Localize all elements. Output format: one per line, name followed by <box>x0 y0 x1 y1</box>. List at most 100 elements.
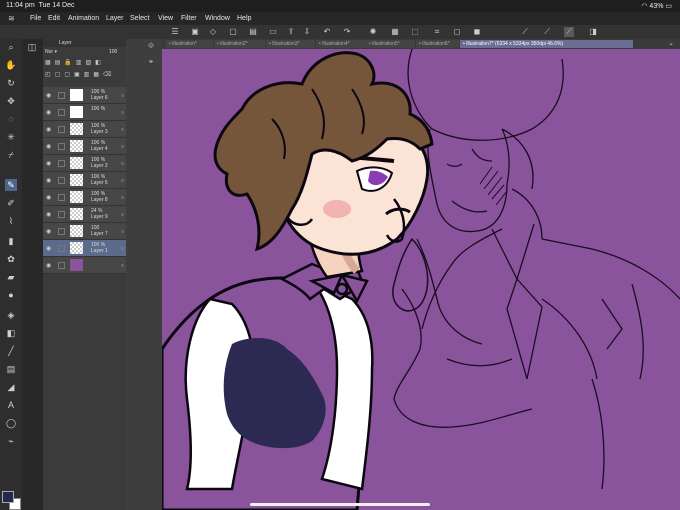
layer-row[interactable]: ◉ 100 % Layer 5 ≡ <box>43 172 126 189</box>
crop-icon[interactable]: ⌗ <box>432 27 442 37</box>
decoration-icon[interactable]: ✿ <box>5 253 17 265</box>
layer-row[interactable]: ◉ 100 % Layer 4 ≡ <box>43 138 126 155</box>
menu-animation[interactable]: Animation <box>68 15 99 22</box>
tab-illustration7[interactable]: • Illustration7* (6334 x 5334px 350dpi 4… <box>460 40 633 48</box>
tabs-chevron-down-icon[interactable]: ⌄ <box>668 39 674 47</box>
layer-option-bar[interactable]: ▦▤🔒▥▧◧ <box>45 59 124 67</box>
menu-view[interactable]: View <box>158 15 173 22</box>
fill-icon[interactable]: ◈ <box>5 309 17 321</box>
grid-icon[interactable]: ▦ <box>390 27 400 37</box>
import-icon[interactable]: ⇩ <box>302 27 312 37</box>
layer-row[interactable]: ◉ ≡ <box>43 257 126 274</box>
menu-filter[interactable]: Filter <box>181 15 197 22</box>
visibility-eye-icon[interactable]: ◉ <box>46 109 51 116</box>
visibility-eye-icon[interactable]: ◉ <box>46 194 51 201</box>
export-icon[interactable]: ⇪ <box>286 27 296 37</box>
layer-action-bar[interactable]: ◰▢▢▣▥▦⌫ <box>45 71 124 79</box>
balloon-icon[interactable]: ◯ <box>5 417 17 429</box>
menu-file[interactable]: File <box>30 15 41 22</box>
drag-handle-icon[interactable]: ≡ <box>121 144 124 150</box>
magic-wand-icon[interactable]: ✳ <box>5 131 17 143</box>
redo-icon[interactable]: ↷ <box>342 27 352 37</box>
layer-row[interactable]: ◉ 100 Layer 7 ≡ <box>43 223 126 240</box>
text-icon[interactable]: A <box>5 399 17 411</box>
visibility-eye-icon[interactable]: ◉ <box>46 228 51 235</box>
visibility-eye-icon[interactable]: ◉ <box>46 262 51 269</box>
menu-help[interactable]: Help <box>237 15 251 22</box>
layer-lock-toggle[interactable] <box>58 262 65 269</box>
layer-row[interactable]: ◉ 100 % Layer 1 ≡ <box>43 240 126 257</box>
menu-layer[interactable]: Layer <box>106 15 124 22</box>
undo-icon[interactable]: ↶ <box>322 27 332 37</box>
visibility-eye-icon[interactable]: ◉ <box>46 92 51 99</box>
layer-lock-toggle[interactable] <box>58 126 65 133</box>
layer-lock-toggle[interactable] <box>58 177 65 184</box>
save-icon[interactable]: ▤ <box>248 27 258 37</box>
tab-illustration4[interactable]: • Illustration4* <box>316 40 367 48</box>
drag-handle-icon[interactable]: ≡ <box>121 178 124 184</box>
layer-panel-icon[interactable]: ◫ <box>26 41 38 53</box>
brush-icon[interactable]: ⌇ <box>5 215 17 227</box>
rotate-icon[interactable]: ↻ <box>5 77 17 89</box>
blend-mode-select[interactable]: Nor ▾ <box>45 49 57 55</box>
drag-handle-icon[interactable]: ≡ <box>121 229 124 235</box>
color-swatch[interactable] <box>2 491 21 510</box>
menu-edit[interactable]: Edit <box>48 15 60 22</box>
deselect-icon[interactable]: ◻ <box>452 27 462 37</box>
zoom-icon[interactable]: ⌕ <box>5 41 17 53</box>
eraser-icon[interactable]: ▰ <box>5 271 17 283</box>
visibility-eye-icon[interactable]: ◉ <box>46 160 51 167</box>
drag-handle-icon[interactable]: ≡ <box>121 263 124 269</box>
ruler-tool-icon[interactable]: ◢ <box>5 381 17 393</box>
blend-icon[interactable]: ● <box>5 289 17 301</box>
frame-icon[interactable]: ▤ <box>5 363 17 375</box>
menu-select[interactable]: Select <box>130 15 149 22</box>
layer-row[interactable]: ◉ 24 % Layer 9 ≡ <box>43 206 126 223</box>
layer-row[interactable]: ◉ 100 % Layer 8 ≡ <box>43 189 126 206</box>
canvas-icon[interactable]: ▢ <box>228 27 238 37</box>
layer-lock-toggle[interactable] <box>58 143 65 150</box>
lasso-icon[interactable]: ◌ <box>5 113 17 125</box>
drag-handle-icon[interactable]: ≡ <box>121 127 124 133</box>
layer-row[interactable]: ◉ 100 % Layer 6 ≡ <box>43 87 126 104</box>
app-logo-icon[interactable]: ≋ <box>8 14 15 23</box>
hamburger-icon[interactable]: ☰ <box>170 27 180 37</box>
hand-icon[interactable]: ✋ <box>5 59 17 71</box>
opacity-value[interactable]: 100 <box>109 49 117 55</box>
eyedropper-icon[interactable]: ⌿ <box>5 149 17 161</box>
drag-handle-icon[interactable]: ≡ <box>121 161 124 167</box>
layer-row[interactable]: ◉ 100 % Layer 2 ≡ <box>43 155 126 172</box>
gradient-icon[interactable]: ◧ <box>5 327 17 339</box>
layer-lock-toggle[interactable] <box>58 194 65 201</box>
layer-lock-toggle[interactable] <box>58 109 65 116</box>
subtool-detail-icon[interactable]: ⌖ <box>146 57 156 67</box>
drag-handle-icon[interactable]: ≡ <box>121 93 124 99</box>
drag-handle-icon[interactable]: ≡ <box>121 195 124 201</box>
move-icon[interactable]: ✥ <box>5 95 17 107</box>
open-folder-icon[interactable]: ▭ <box>268 27 278 37</box>
new-file-icon[interactable]: ▣ <box>190 27 200 37</box>
visibility-eye-icon[interactable]: ◉ <box>46 177 51 184</box>
drag-handle-icon[interactable]: ≡ <box>121 246 124 252</box>
drag-handle-icon[interactable]: ≡ <box>121 212 124 218</box>
airbrush-icon[interactable]: ▮ <box>5 235 17 247</box>
layer-row[interactable]: ◉ 100 % Layer 3 ≡ <box>43 121 126 138</box>
tab-illustration5[interactable]: • Illustration5* <box>366 40 415 48</box>
panel-toggle-icon[interactable]: ◨ <box>588 27 598 37</box>
figure-icon[interactable]: ╱ <box>5 345 17 357</box>
transform-icon[interactable]: ◇ <box>208 27 218 37</box>
visibility-eye-icon[interactable]: ◉ <box>46 211 51 218</box>
layer-row[interactable]: ◉ 100 % ≡ <box>43 104 126 121</box>
drawing-canvas[interactable] <box>162 49 680 510</box>
select-icon[interactable]: ⬚ <box>410 27 420 37</box>
home-indicator[interactable] <box>250 503 430 506</box>
navigator-icon[interactable]: ⟐ <box>146 41 156 51</box>
snap-icon[interactable]: ⟋ <box>542 27 552 37</box>
layer-lock-toggle[interactable] <box>58 160 65 167</box>
layer-lock-toggle[interactable] <box>58 92 65 99</box>
correct-line-icon[interactable]: ⌁ <box>5 435 17 447</box>
tab-illustration2[interactable]: • Illustration2* <box>214 40 265 48</box>
visibility-eye-icon[interactable]: ◉ <box>46 143 51 150</box>
drag-handle-icon[interactable]: ≡ <box>121 110 124 116</box>
visibility-eye-icon[interactable]: ◉ <box>46 245 51 252</box>
